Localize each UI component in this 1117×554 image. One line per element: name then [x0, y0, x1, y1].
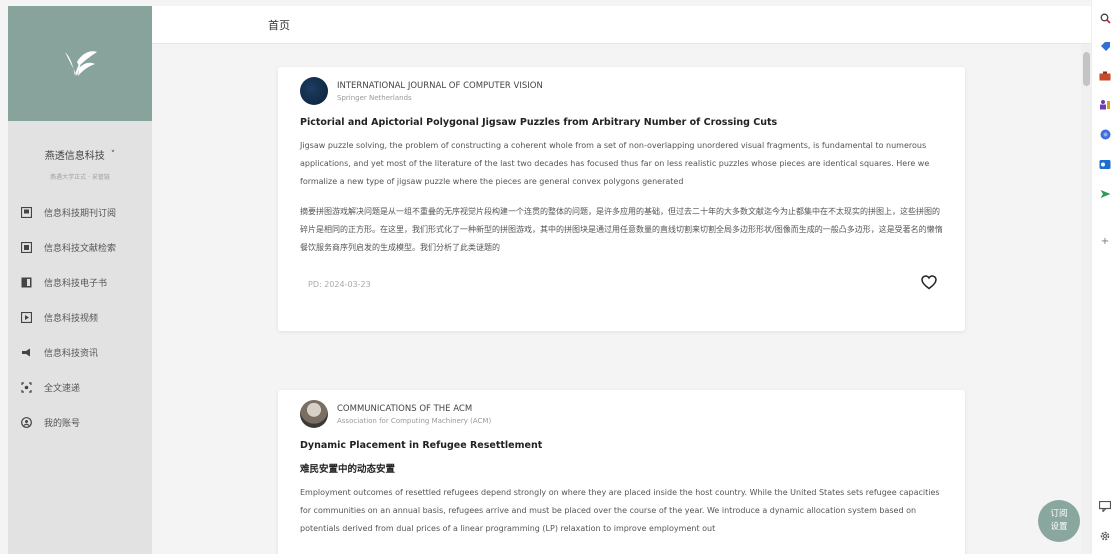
chevron-down-icon: ˅	[110, 149, 116, 160]
sidebar-item-news[interactable]: 信息科技资讯	[8, 335, 152, 370]
button-line: 订阅	[1050, 509, 1068, 519]
document-search-icon	[20, 242, 32, 254]
megaphone-icon	[20, 347, 32, 359]
journal-icon	[20, 207, 32, 219]
briefcase-icon[interactable]	[1099, 70, 1111, 82]
article-card[interactable]: INTERNATIONAL JOURNAL OF COMPUTER VISION…	[278, 67, 965, 331]
tag-icon[interactable]	[1099, 40, 1111, 52]
sidebar-item-label: 信息科技文献检索	[44, 244, 117, 254]
sidebar-item-literature-search[interactable]: 信息科技文献检索	[8, 230, 152, 265]
sidebar-item-label: 我的账号	[44, 419, 81, 429]
journal-logo	[300, 77, 328, 105]
page-title[interactable]: 首页	[268, 17, 290, 33]
journal-publisher: Association for Computing Machinery (ACM…	[337, 416, 492, 425]
sidebar-item-ebooks[interactable]: 信息科技电子书	[8, 265, 152, 300]
fulltext-icon	[20, 382, 32, 394]
sidebar-item-label: 信息科技视频	[44, 314, 99, 324]
main-scrollbar[interactable]	[1081, 44, 1091, 554]
main-content: 首页 INTERNATIONAL JOURNAL OF COMPUTER VIS…	[152, 6, 1091, 554]
brand-logo-icon	[65, 50, 97, 76]
search-icon[interactable]	[1099, 12, 1111, 24]
feedback-icon[interactable]	[1099, 500, 1111, 512]
sidebar-item-label: 信息科技资讯	[44, 349, 99, 359]
button-line: 设置	[1050, 522, 1068, 532]
add-icon[interactable]: +	[1099, 235, 1111, 247]
article-title[interactable]: Pictorial and Apictorial Polygonal Jigsa…	[300, 117, 943, 128]
settings-gear-icon[interactable]	[1099, 530, 1111, 542]
article-abstract-cn: 摘要拼图游戏解决问题是从一组不重叠的无序视觉片段构建一个连贯的整体的问题，是许多…	[300, 207, 943, 252]
journal-header: COMMUNICATIONS OF THE ACM Association fo…	[300, 390, 943, 428]
sidebar-item-label: 全文速递	[44, 384, 81, 394]
sidebar: 燕透信息科技 ˅ 燕遇大学正式 · 采管链 信息科技期刊订阅 信息科技文献检索	[8, 6, 152, 554]
sidebar-item-label: 信息科技电子书	[44, 279, 108, 289]
video-icon	[20, 312, 32, 324]
org-name: 燕透信息科技	[44, 151, 105, 162]
publish-date: PD: 2024-03-23	[308, 280, 371, 289]
topbar: 首页	[152, 6, 1091, 44]
sidebar-item-label: 信息科技期刊订阅	[44, 209, 117, 219]
article-title-cn: 难民安置中的动态安置	[300, 464, 396, 475]
copilot-icon[interactable]	[1099, 128, 1111, 140]
journal-name[interactable]: COMMUNICATIONS OF THE ACM	[337, 404, 491, 414]
sidebar-header	[8, 6, 152, 121]
sidebar-item-account[interactable]: 我的账号	[8, 405, 152, 440]
journal-name[interactable]: INTERNATIONAL JOURNAL OF COMPUTER VISION	[337, 81, 543, 91]
heart-icon[interactable]	[921, 275, 937, 294]
account-icon	[20, 417, 32, 429]
app-root: 燕透信息科技 ˅ 燕遇大学正式 · 采管链 信息科技期刊订阅 信息科技文献检索	[0, 0, 1117, 554]
article-abstract: Employment outcomes of resettled refugee…	[300, 488, 940, 533]
outlook-icon[interactable]	[1099, 158, 1111, 170]
sidebar-item-fulltext[interactable]: 全文速递	[8, 370, 152, 405]
org-switcher[interactable]: 燕透信息科技 ˅	[8, 147, 152, 163]
sidebar-item-journals[interactable]: 信息科技期刊订阅	[8, 195, 152, 230]
people-icon[interactable]	[1099, 98, 1111, 110]
card-footer: PD: 2024-03-23	[300, 275, 943, 294]
article-abstract: Jigsaw puzzle solving, the problem of co…	[300, 141, 930, 186]
send-icon[interactable]	[1099, 188, 1111, 200]
journal-logo	[300, 400, 328, 428]
subscription-settings-button[interactable]: 订阅 设置	[1038, 500, 1080, 542]
article-title[interactable]: Dynamic Placement in Refugee Resettlemen…	[300, 440, 943, 451]
browser-side-toolbar: +	[1091, 0, 1117, 554]
journal-header: INTERNATIONAL JOURNAL OF COMPUTER VISION…	[300, 67, 943, 105]
book-icon	[20, 277, 32, 289]
sidebar-nav: 信息科技期刊订阅 信息科技文献检索 信息科技电子书 信息科技视频 信息科技资讯 …	[8, 195, 152, 440]
journal-publisher: Springer Netherlands	[337, 93, 412, 102]
sidebar-item-videos[interactable]: 信息科技视频	[8, 300, 152, 335]
article-card[interactable]: COMMUNICATIONS OF THE ACM Association fo…	[278, 390, 965, 554]
scrollbar-thumb[interactable]	[1083, 52, 1090, 86]
org-subtitle: 燕遇大学正式 · 采管链	[50, 174, 110, 181]
